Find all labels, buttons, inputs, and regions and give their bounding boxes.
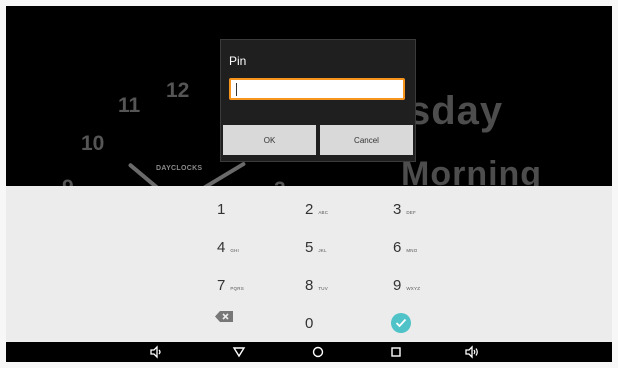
key-digit: 8	[305, 277, 314, 294]
key-digit: 4	[217, 239, 226, 256]
volume-up-icon[interactable]	[465, 345, 479, 359]
key-3[interactable]: 3 DEF	[393, 201, 416, 218]
clock-numeral-12: 12	[166, 79, 190, 102]
backspace-icon[interactable]	[215, 309, 233, 322]
cancel-button[interactable]: Cancel	[320, 125, 413, 155]
pin-input[interactable]	[229, 78, 405, 100]
key-1[interactable]: 1	[217, 201, 230, 218]
key-digit: 5	[305, 239, 314, 256]
device-frame: 12 11 10 9 3 DAYCLOCKS ursday Morning Pi…	[0, 0, 618, 368]
key-6[interactable]: 6 MNO	[393, 239, 417, 256]
key-letters: DEF	[406, 210, 416, 215]
dialog-title: Pin	[229, 54, 247, 68]
key-letters: TUV	[318, 286, 328, 291]
recents-icon[interactable]	[389, 345, 403, 359]
numeric-keypad: 1 2 ABC 3 DEF 4 GHI 5 JKL 6 MNO 7 PQRS 8…	[6, 186, 612, 342]
clock-brand-label: DAYCLOCKS	[156, 165, 203, 172]
clock-numeral-10: 10	[81, 132, 105, 155]
key-digit: 7	[217, 277, 226, 294]
key-digit: 9	[393, 277, 402, 294]
key-digit: 1	[217, 201, 226, 218]
key-5[interactable]: 5 JKL	[305, 239, 327, 256]
key-digit: 2	[305, 201, 314, 218]
check-circle-icon[interactable]	[391, 313, 411, 333]
key-letters: WXYZ	[406, 286, 421, 291]
key-digit: 0	[305, 315, 314, 332]
key-letters: ABC	[318, 210, 329, 215]
key-0[interactable]: 0	[305, 315, 313, 332]
key-digit: 6	[393, 239, 402, 256]
key-7[interactable]: 7 PQRS	[217, 277, 244, 294]
key-8[interactable]: 8 TUV	[305, 277, 328, 294]
back-icon[interactable]	[232, 345, 246, 359]
key-2[interactable]: 2 ABC	[305, 201, 328, 218]
key-letters: GHI	[230, 248, 239, 253]
pin-dialog: Pin OK Cancel	[220, 39, 416, 162]
key-letters: JKL	[318, 248, 327, 253]
key-letters: PQRS	[230, 286, 244, 291]
key-4[interactable]: 4 GHI	[217, 239, 239, 256]
volume-down-icon[interactable]	[149, 345, 163, 359]
key-9[interactable]: 9 WXYZ	[393, 277, 420, 294]
ok-button[interactable]: OK	[223, 125, 316, 155]
navigation-bar	[6, 342, 612, 362]
key-digit: 3	[393, 201, 402, 218]
clock-numeral-11: 11	[118, 94, 141, 117]
screen: 12 11 10 9 3 DAYCLOCKS ursday Morning Pi…	[6, 6, 612, 362]
text-caret	[236, 83, 237, 96]
key-letters: MNO	[406, 248, 418, 253]
home-icon[interactable]	[311, 345, 325, 359]
